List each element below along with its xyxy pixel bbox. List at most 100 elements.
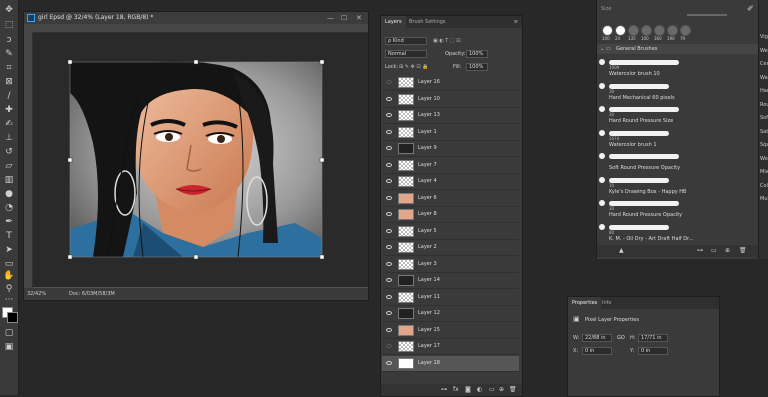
layer-thumbnail[interactable] — [398, 242, 414, 253]
layer-name[interactable]: Layer 3 — [418, 257, 437, 272]
filter-kind-select[interactable]: ρ Kind — [385, 37, 427, 45]
more-icon[interactable]: ··· — [3, 294, 15, 306]
eye-icon[interactable] — [386, 360, 392, 365]
marquee-icon[interactable]: ⬚ — [3, 19, 15, 31]
eye-icon[interactable] — [386, 129, 392, 134]
new-brush-icon[interactable]: ⊕ — [725, 247, 730, 254]
adjustment-icon[interactable]: ◐ — [477, 384, 482, 396]
brush-item[interactable]: 80 K. M. - Oil Dry - Art Draft Half Dr... — [597, 221, 759, 244]
document-tab[interactable]: girl Epsd @ 32/4% (Layer 18, RGB/8) * — … — [24, 12, 368, 24]
layer-row[interactable]: Layer 8 — [382, 207, 519, 223]
layer-thumbnail[interactable] — [398, 291, 414, 303]
artwork-canvas[interactable] — [33, 33, 368, 287]
brush-preset[interactable] — [641, 25, 652, 36]
path-select-icon[interactable]: ➤ — [3, 244, 15, 256]
layer-name[interactable]: Layer 9 — [418, 141, 437, 156]
layer-name[interactable]: Layer 4 — [418, 174, 437, 189]
layer-name[interactable]: Layer 11 — [418, 290, 440, 305]
layer-row[interactable]: Layer 7 — [382, 158, 519, 174]
layer-thumbnail[interactable] — [398, 357, 414, 369]
mask-icon[interactable]: ◙ — [465, 384, 471, 396]
minimize-button[interactable]: — — [327, 12, 334, 24]
gradient-icon[interactable]: ▥ — [3, 174, 15, 186]
eye-icon[interactable] — [386, 228, 392, 233]
opacity-input[interactable]: 100% — [466, 50, 488, 58]
eye-icon[interactable] — [386, 80, 392, 84]
layer-row[interactable]: Layer 18 — [382, 355, 519, 372]
link-dimensions-icon[interactable]: GO — [617, 335, 625, 341]
brush-item[interactable]: 30 Hard Mechanical 60 pixels — [597, 80, 759, 103]
brush-group-item[interactable]: Sqan — [760, 142, 768, 148]
layer-row[interactable]: Layer 11 — [382, 290, 519, 306]
layer-name[interactable]: Layer 15 — [418, 323, 440, 338]
background-color-swatch[interactable] — [7, 312, 18, 323]
eye-icon[interactable] — [386, 162, 392, 167]
blur-icon[interactable]: ● — [3, 188, 15, 200]
brush-preset[interactable] — [654, 25, 665, 36]
layer-thumbnail[interactable] — [398, 126, 414, 138]
x-input[interactable]: 0 in — [582, 347, 612, 355]
y-input[interactable]: 0 in — [638, 347, 668, 355]
lock-icons[interactable]: ⊞ ✎ ✥ ⊡ 🔒 — [399, 62, 428, 73]
eye-icon[interactable] — [386, 344, 392, 348]
brush-preset[interactable] — [602, 25, 613, 36]
brush-preset[interactable] — [615, 25, 626, 36]
eye-icon[interactable] — [386, 96, 392, 101]
brush-link-icon[interactable]: ⊶ — [697, 247, 703, 254]
eye-icon[interactable] — [386, 245, 392, 249]
canvas-area[interactable] — [33, 33, 368, 287]
layer-thumbnail[interactable] — [398, 143, 414, 154]
trash-icon[interactable]: 🗑 — [509, 384, 517, 396]
screen-mode-icon[interactable]: ▣ — [3, 341, 15, 353]
eye-icon[interactable] — [386, 195, 392, 200]
brush-group-header[interactable]: ⌄ ▭ General Brushes — [597, 44, 759, 54]
brush-size-slider-icon[interactable]: ▲ — [619, 247, 624, 254]
layer-name[interactable]: Layer 8 — [418, 207, 437, 222]
pen-icon[interactable]: ✒ — [3, 216, 15, 228]
eye-icon[interactable] — [386, 179, 392, 183]
brush-item[interactable]: 10 Kyle's Drawing Box - Happy HB — [597, 174, 759, 197]
lasso-icon[interactable]: ↄ — [3, 34, 15, 46]
eye-icon[interactable] — [386, 146, 392, 150]
eye-icon[interactable] — [386, 278, 392, 282]
layer-thumbnail[interactable] — [398, 275, 414, 286]
layer-name[interactable]: Layer 7 — [418, 158, 437, 173]
brush-group-item[interactable]: Cent — [760, 61, 768, 67]
eyedropper-icon[interactable]: ∕ — [3, 90, 15, 102]
fill-input[interactable]: 100% — [466, 63, 488, 71]
brush-item[interactable]: 1009 Watercolor brush 10 — [597, 56, 759, 79]
folder-icon[interactable]: ▭ — [711, 247, 717, 254]
crop-icon[interactable]: ⌗ — [3, 62, 15, 74]
filter-icons[interactable]: ▣ ◐ T ⬚ ⊡ — [433, 36, 460, 47]
layer-row[interactable]: Layer 16 — [382, 75, 519, 91]
brush-group-item[interactable]: Mix — [760, 169, 768, 175]
layer-row[interactable]: Layer 3 — [382, 257, 519, 273]
brush-group-item[interactable]: Woo — [760, 156, 768, 162]
layer-row[interactable]: Layer 4 — [382, 174, 519, 190]
quick-mask-icon[interactable]: ▢ — [3, 327, 15, 339]
layer-name[interactable]: Layer 17 — [418, 339, 440, 354]
brush-group-item[interactable]: Colc — [760, 183, 768, 189]
eraser-icon[interactable]: ▱ — [3, 160, 15, 172]
tab-layers[interactable]: Layers — [381, 16, 406, 28]
shape-icon[interactable]: ▭ — [3, 258, 15, 270]
layer-name[interactable]: Layer 14 — [418, 273, 440, 288]
brush-icon[interactable]: ✍ — [3, 118, 15, 130]
eye-icon[interactable] — [386, 261, 392, 266]
brush-group-item[interactable]: Mul — [760, 196, 768, 202]
layer-row[interactable]: Layer 6 — [382, 191, 519, 207]
eye-icon[interactable] — [386, 113, 392, 117]
brush-group-item[interactable]: Roug — [760, 102, 768, 108]
stamp-icon[interactable]: ⊥ — [3, 132, 15, 144]
eye-icon[interactable] — [386, 327, 392, 332]
brush-group-item[interactable]: Hard — [760, 88, 768, 94]
type-icon[interactable]: T — [3, 230, 15, 242]
brush-group-item[interactable]: Wet — [760, 48, 768, 54]
horizontal-ruler[interactable] — [24, 24, 368, 33]
layer-row[interactable]: Layer 10 — [382, 92, 519, 108]
brush-item[interactable]: 30 Hard Round Pressure Size — [597, 103, 759, 126]
layer-row[interactable]: Layer 9 — [382, 141, 519, 157]
close-button[interactable]: ✕ — [356, 12, 362, 24]
eye-icon[interactable] — [386, 311, 392, 315]
quick-select-icon[interactable]: ✎ — [3, 48, 15, 60]
